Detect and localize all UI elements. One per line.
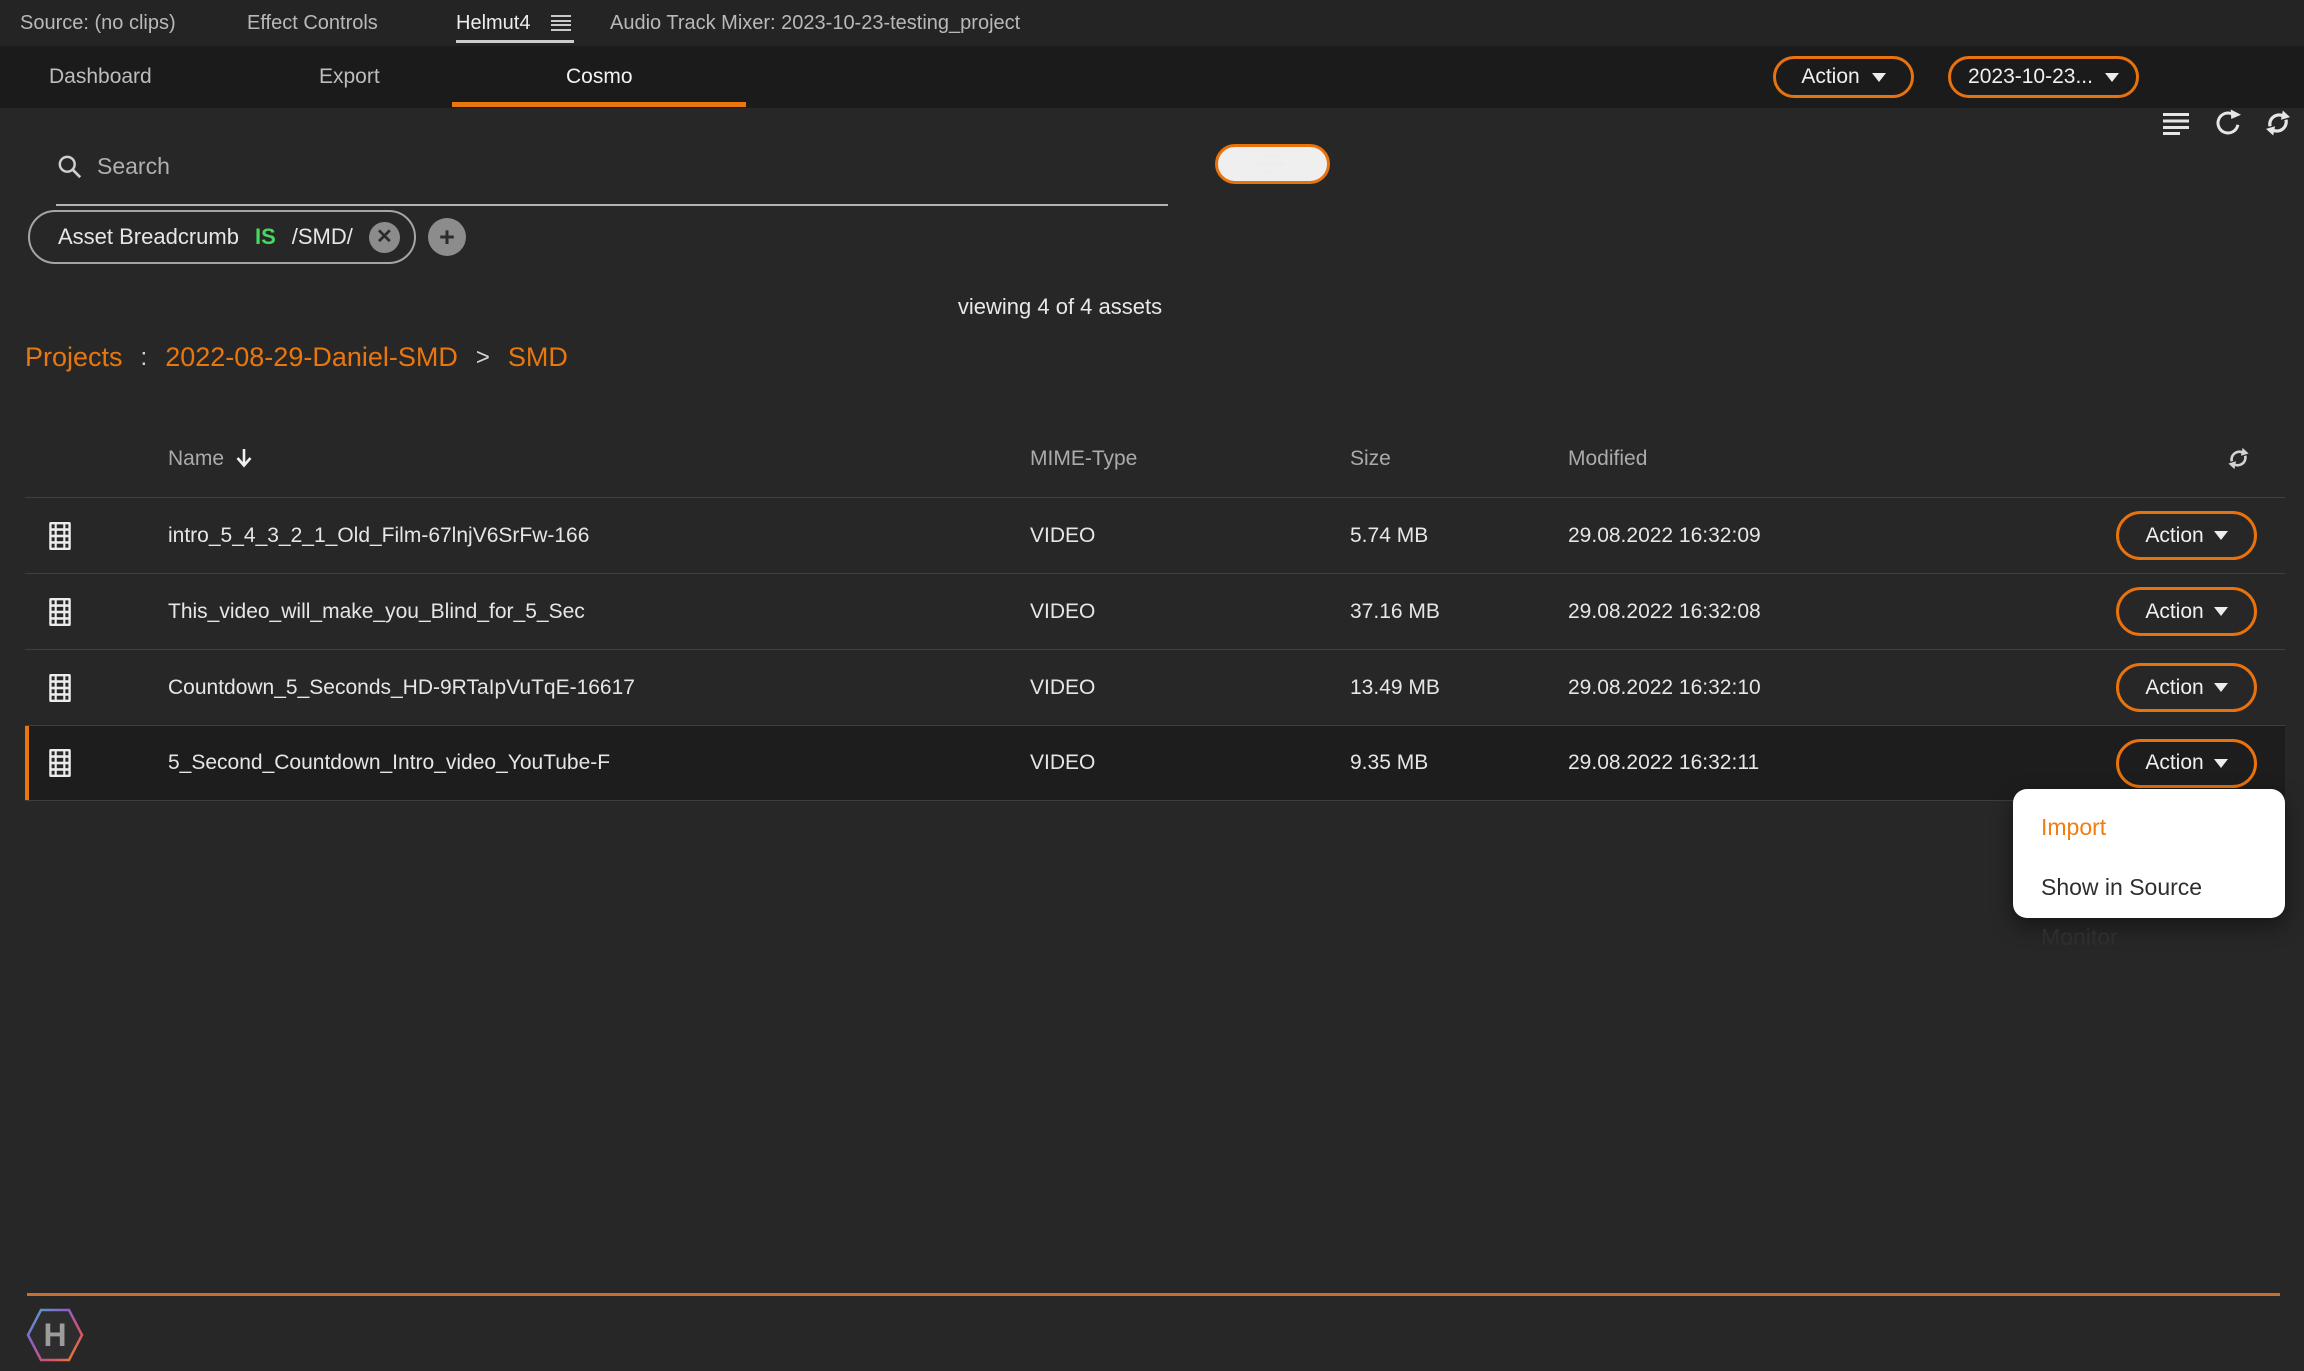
project-dropdown-button[interactable]: 2023-10-23... (1948, 56, 2139, 98)
menu-item-import[interactable]: Import (2041, 802, 2285, 852)
asset-mime: VIDEO (1030, 498, 1095, 573)
action-dropdown-label: Action (1801, 65, 1859, 89)
chevron-down-icon (2214, 531, 2228, 540)
sort-filter-button[interactable] (1215, 144, 1330, 184)
refresh-icon (2213, 108, 2243, 138)
chevron-down-icon (2214, 683, 2228, 692)
table-row[interactable]: This_video_will_make_you_Blind_for_5_Sec… (25, 573, 2285, 649)
helmut-logo: H (26, 1308, 84, 1367)
column-header-size[interactable]: Size (1350, 420, 1391, 497)
search-field[interactable] (56, 134, 1168, 206)
asset-mime: VIDEO (1030, 574, 1095, 649)
breadcrumb-project-name[interactable]: 2022-08-29-Daniel-SMD (165, 342, 458, 373)
add-filter-button[interactable]: + (428, 218, 466, 256)
refresh-table-icon[interactable] (2225, 420, 2252, 497)
filter-operator: IS (255, 224, 276, 250)
table-row-selected[interactable]: 5_Second_Countdown_Intro_video_YouTube-F… (25, 725, 2285, 801)
asset-name: This_video_will_make_you_Blind_for_5_Sec (168, 574, 585, 649)
table-row[interactable]: intro_5_4_3_2_1_Old_Film-67lnjV6SrFw-166… (25, 497, 2285, 573)
sync-icon (2262, 107, 2294, 139)
row-action-button[interactable]: Action (2116, 587, 2257, 636)
breadcrumb-projects[interactable]: Projects (25, 342, 123, 373)
video-clip-icon (49, 498, 71, 573)
chevron-down-icon (2214, 759, 2228, 768)
active-tab-underline (452, 102, 746, 107)
breadcrumb-separator: : (141, 344, 148, 372)
asset-modified: 29.08.2022 16:32:11 (1568, 726, 1759, 800)
remove-filter-button[interactable]: ✕ (369, 222, 400, 253)
chevron-down-icon (1872, 73, 1886, 82)
asset-modified: 29.08.2022 16:32:10 (1568, 650, 1761, 725)
action-dropdown-button[interactable]: Action (1773, 56, 1914, 98)
sort-icon (1263, 155, 1283, 159)
search-input[interactable] (97, 153, 1168, 180)
video-clip-icon (49, 726, 71, 800)
video-clip-icon (49, 574, 71, 649)
breadcrumb: Projects : 2022-08-29-Daniel-SMD > SMD (25, 342, 568, 373)
table-row[interactable]: Countdown_5_Seconds_HD-9RTaIpVuTqE-16617… (25, 649, 2285, 725)
asset-mime: VIDEO (1030, 650, 1095, 725)
column-header-modified[interactable]: Modified (1568, 420, 1647, 497)
table-header: Name MIME-Type Size Modified (25, 420, 2285, 497)
asset-size: 37.16 MB (1350, 574, 1440, 649)
close-icon: ✕ (376, 227, 393, 247)
menu-icon (2162, 111, 2190, 135)
active-panel-underline (456, 40, 574, 43)
column-header-mime[interactable]: MIME-Type (1030, 420, 1137, 497)
viewing-count-status: viewing 4 of 4 assets (0, 294, 2120, 320)
nav-tab-bar: Dashboard Export Cosmo Action 2023-10-23… (0, 46, 2304, 108)
chevron-down-icon (2105, 73, 2119, 82)
asset-modified: 29.08.2022 16:32:08 (1568, 574, 1761, 649)
row-action-button[interactable]: Action (2116, 739, 2257, 788)
asset-name: intro_5_4_3_2_1_Old_Film-67lnjV6SrFw-166 (168, 498, 589, 573)
filter-chip[interactable]: Asset Breadcrumb IS /SMD/ ✕ (28, 210, 416, 264)
project-dropdown-label: 2023-10-23... (1968, 65, 2093, 89)
row-action-button[interactable]: Action (2116, 663, 2257, 712)
asset-name: 5_Second_Countdown_Intro_video_YouTube-F (168, 726, 610, 800)
sort-descending-icon (234, 447, 254, 470)
asset-mime: VIDEO (1030, 726, 1095, 800)
selected-row-indicator (25, 726, 29, 800)
tab-audio-track-mixer[interactable]: Audio Track Mixer: 2023-10-23-testing_pr… (610, 0, 1020, 46)
logo-letter: H (43, 1317, 66, 1353)
breadcrumb-folder[interactable]: SMD (508, 342, 568, 373)
refresh-icon[interactable] (2212, 107, 2244, 139)
panel-menu-icon[interactable] (551, 15, 571, 31)
asset-size: 5.74 MB (1350, 498, 1428, 573)
tab-dashboard[interactable]: Dashboard (49, 46, 152, 108)
plus-icon: + (439, 224, 455, 251)
menu-item-show-in-source-monitor[interactable]: Show in Source Monitor (2041, 862, 2285, 912)
chevron-down-icon (2214, 607, 2228, 616)
tab-cosmo[interactable]: Cosmo (566, 46, 633, 108)
filter-field-label: Asset Breadcrumb (58, 224, 239, 250)
tab-export[interactable]: Export (319, 46, 380, 108)
search-icon (56, 153, 83, 180)
asset-name: Countdown_5_Seconds_HD-9RTaIpVuTqE-16617 (168, 650, 635, 725)
menu-icon[interactable] (2160, 107, 2192, 139)
asset-modified: 29.08.2022 16:32:09 (1568, 498, 1761, 573)
asset-size: 9.35 MB (1350, 726, 1428, 800)
column-header-name[interactable]: Name (168, 447, 254, 471)
action-context-menu: Import Show in Source Monitor (2013, 789, 2285, 918)
video-clip-icon (49, 650, 71, 725)
panel-tab-bar: Source: (no clips) Effect Controls Helmu… (0, 0, 2304, 46)
row-action-button[interactable]: Action (2116, 511, 2257, 560)
tab-source[interactable]: Source: (no clips) (20, 0, 176, 46)
tab-effect-controls[interactable]: Effect Controls (247, 0, 378, 46)
filter-value: /SMD/ (292, 224, 353, 250)
footer-divider (27, 1293, 2280, 1296)
breadcrumb-separator: > (476, 344, 490, 372)
sync-icon[interactable] (2262, 107, 2294, 139)
asset-table: Name MIME-Type Size Modified intro_5_4_3… (25, 420, 2285, 801)
asset-size: 13.49 MB (1350, 650, 1440, 725)
